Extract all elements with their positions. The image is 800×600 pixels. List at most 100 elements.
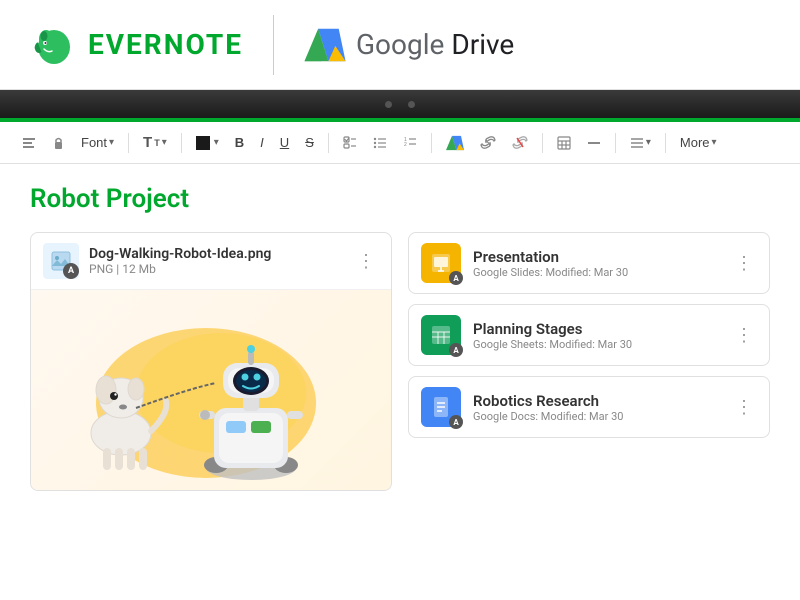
presentation-info: Presentation Google Slides: Modified: Ma… [473, 248, 719, 279]
main-content: Robot Project A Dog-Walking-Robot-Idea [0, 164, 800, 600]
sheets-avatar-badge: A [449, 343, 463, 357]
italic-button[interactable]: I [254, 132, 270, 153]
robotics-more-button[interactable]: ⋮ [731, 397, 757, 418]
image-card-more-button[interactable]: ⋮ [353, 251, 379, 272]
list-item[interactable]: A Robotics Research Google Docs: Modifie… [408, 376, 770, 438]
gdrive-icon [304, 27, 346, 63]
file-name: Dog-Walking-Robot-Idea.png [89, 246, 343, 262]
hr-button[interactable] [581, 135, 607, 151]
more-label: More [680, 135, 710, 150]
font-size-button[interactable]: T T ▾ [137, 131, 173, 154]
numbered-list-icon: 12 [403, 136, 417, 149]
cards-grid: A Dog-Walking-Robot-Idea.png PNG | 12 Mb… [30, 232, 770, 491]
planning-more-button[interactable]: ⋮ [731, 325, 757, 346]
more-button[interactable]: More ▾ [674, 132, 723, 153]
list-item[interactable]: A Presentation Google Slides: Modified: … [408, 232, 770, 294]
image-card-header: A Dog-Walking-Robot-Idea.png PNG | 12 Mb… [31, 233, 391, 290]
file-list: A Presentation Google Slides: Modified: … [408, 232, 770, 491]
toolbar-separator-2 [181, 133, 182, 153]
color-swatch [196, 136, 210, 150]
laptop-bar [0, 90, 800, 118]
gdrive-text: Google Drive [356, 28, 514, 61]
toolbar: Font ▾ T T ▾ ▾ B I U S 12 [0, 122, 800, 164]
robotics-info: Robotics Research Google Docs: Modified:… [473, 392, 719, 423]
hr-icon [587, 138, 601, 148]
slides-icon-wrap: A [421, 243, 461, 283]
unlink-button[interactable] [506, 133, 534, 152]
laptop-dot [408, 101, 415, 108]
logo-divider [273, 15, 274, 75]
table-icon [557, 136, 571, 150]
lock-icon [52, 136, 65, 150]
robot-image-area [31, 290, 391, 490]
sheets-icon-wrap: A [421, 315, 461, 355]
toolbar-separator [128, 133, 129, 153]
format-icon-button[interactable] [16, 133, 42, 153]
drive-insert-button[interactable] [440, 132, 470, 154]
more-chevron-icon: ▾ [712, 137, 717, 148]
link-button[interactable] [474, 133, 502, 152]
checklist-button[interactable] [337, 133, 363, 152]
bullet-list-icon [373, 136, 387, 149]
list-item[interactable]: A Planning Stages Google Sheets: Modifie… [408, 304, 770, 366]
robot-scene-svg [51, 293, 371, 488]
color-chevron-icon: ▾ [214, 137, 219, 148]
bold-label: B [235, 135, 244, 150]
evernote-logo: EVERNOTE [30, 21, 243, 69]
docs-avatar-badge: A [449, 415, 463, 429]
align-chevron-icon: ▾ [646, 137, 651, 148]
file-thumb-wrapper: A [43, 243, 79, 279]
presentation-more-button[interactable]: ⋮ [731, 253, 757, 274]
table-button[interactable] [551, 133, 577, 153]
font-button[interactable]: Font ▾ [75, 132, 120, 153]
slides-avatar-badge: A [449, 271, 463, 285]
underline-label: U [280, 135, 289, 150]
drive-toolbar-icon [446, 135, 464, 151]
sheets-file-icon [429, 323, 453, 347]
color-button[interactable]: ▾ [190, 133, 225, 153]
font-label: Font [81, 135, 107, 150]
docs-file-icon [429, 395, 453, 419]
planning-info: Planning Stages Google Sheets: Modified:… [473, 320, 719, 351]
unlink-icon [512, 136, 528, 149]
gdrive-logo: Google Drive [304, 27, 514, 63]
toolbar-separator-4 [431, 133, 432, 153]
toolbar-separator-3 [328, 133, 329, 153]
file-size: 12 Mb [122, 262, 156, 276]
align-button[interactable]: ▾ [624, 134, 657, 152]
numbered-list-button[interactable]: 12 [397, 133, 423, 152]
toolbar-separator-7 [665, 133, 666, 153]
note-title: Robot Project [30, 184, 770, 214]
evernote-elephant-icon [30, 21, 78, 69]
toolbar-separator-6 [615, 133, 616, 153]
format-icon [22, 136, 36, 150]
docs-icon-wrap: A [421, 387, 461, 427]
laptop-dot [385, 101, 392, 108]
checklist-icon [343, 136, 357, 149]
header-bar: EVERNOTE Google Drive [0, 0, 800, 90]
strike-label: S [305, 135, 314, 150]
bullet-list-button[interactable] [367, 133, 393, 152]
lock-icon-button[interactable] [46, 133, 71, 153]
bold-button[interactable]: B [229, 132, 250, 153]
presentation-meta: Google Slides: Modified: Mar 30 [473, 266, 719, 279]
slides-file-icon [429, 251, 453, 275]
font-size-sub-label: T [154, 138, 160, 148]
robotics-name: Robotics Research [473, 392, 719, 410]
underline-button[interactable]: U [274, 132, 295, 153]
evernote-label: EVERNOTE [88, 28, 243, 61]
planning-meta: Google Sheets: Modified: Mar 30 [473, 338, 719, 351]
toolbar-separator-5 [542, 133, 543, 153]
planning-name: Planning Stages [473, 320, 719, 338]
align-icon [630, 137, 644, 149]
file-avatar-badge: A [63, 263, 79, 279]
italic-label: I [260, 135, 264, 150]
font-size-chevron-icon: ▾ [162, 137, 167, 148]
svg-text:2: 2 [404, 142, 407, 148]
strikethrough-button[interactable]: S [299, 132, 320, 153]
link-icon [480, 136, 496, 149]
file-meta: PNG | 12 Mb [89, 262, 343, 276]
font-size-label: T [143, 134, 152, 151]
font-chevron-icon: ▾ [109, 137, 114, 148]
file-type: PNG [89, 262, 113, 276]
